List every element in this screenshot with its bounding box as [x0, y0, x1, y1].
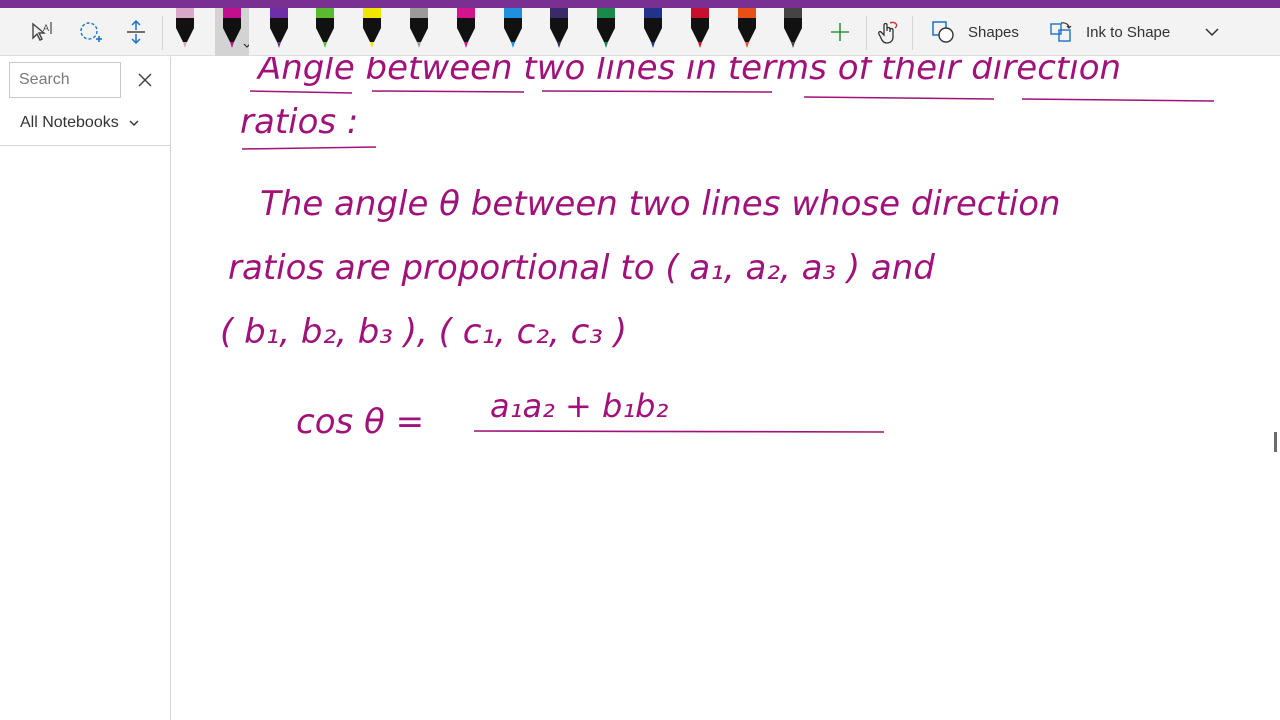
heading-underline: [249, 90, 1215, 102]
handwritten-notes: Angle between two lines in terms of thei…: [220, 57, 1215, 442]
pen-dark-purple[interactable]: [542, 8, 576, 56]
add-pen-icon: [831, 23, 849, 41]
shapes-icon: [932, 21, 954, 43]
search-box: [9, 62, 121, 98]
lasso-select-icon: [80, 22, 102, 42]
notebooks-label: All Notebooks: [20, 114, 119, 131]
ink-line-3: ( b₁, b₂, b₃ ), ( c₁, c₂, c₃ ): [220, 312, 627, 352]
heading-underline: [241, 146, 377, 150]
chevron-down-icon: [129, 120, 139, 126]
ink-line-heading: Angle between two lines in terms of thei…: [256, 57, 1121, 88]
pen-icon: [550, 8, 568, 48]
ink-line-2: ratios are proportional to ( a₁, a₂, a₃ …: [228, 248, 935, 288]
pen-blue[interactable]: [496, 8, 530, 56]
insert-space-icon: [127, 19, 145, 45]
pen-icon: [784, 8, 802, 48]
ink-replay-icon: [878, 21, 898, 44]
pencil-gray[interactable]: [402, 8, 436, 56]
notebooks-dropdown[interactable]: All Notebooks: [20, 112, 139, 134]
ink-replay-button[interactable]: [872, 8, 904, 56]
pen-green[interactable]: [308, 8, 342, 56]
highlighter-yellow-black[interactable]: [168, 8, 202, 56]
pen-icon: [270, 8, 288, 48]
insert-space-button[interactable]: [120, 8, 152, 56]
shapes-label: Shapes: [968, 23, 1019, 41]
pen-black[interactable]: [776, 8, 810, 56]
pen-icon: [457, 8, 475, 48]
search-input[interactable]: [10, 63, 120, 97]
pen-dark-green[interactable]: [589, 8, 623, 56]
ribbon-separator: [866, 16, 867, 50]
pen-icon: [597, 8, 615, 48]
pen-icon: [410, 8, 428, 48]
note-canvas[interactable]: Angle between two lines in terms of thei…: [172, 57, 1280, 720]
ink-to-shape-button[interactable]: Ink to Shape: [1048, 8, 1170, 56]
navigation-pane: All Notebooks: [0, 57, 171, 720]
sidebar-divider: [0, 145, 170, 146]
pen-icon: [504, 8, 522, 48]
ribbon-separator: [162, 16, 163, 50]
ink-line-heading-cont: ratios :: [240, 102, 358, 142]
svg-text:A: A: [43, 23, 49, 33]
ink-to-shape-label: Ink to Shape: [1086, 23, 1171, 41]
ribbon-overflow-button[interactable]: [1198, 8, 1226, 56]
pen-navy[interactable]: [636, 8, 670, 56]
pen-pink[interactable]: [449, 8, 483, 56]
lasso-select-button[interactable]: [74, 8, 106, 56]
ribbon-separator: [912, 16, 913, 50]
pen-icon: [644, 8, 662, 48]
close-icon: [138, 73, 152, 87]
ink-to-text-icon: A: [32, 22, 52, 41]
pen-icon: [223, 8, 249, 48]
app-accent-strip: [0, 0, 1280, 8]
pen-icon: [363, 8, 381, 48]
ink-line-1: The angle θ between two lines whose dire…: [260, 184, 1061, 224]
pen-icon: [738, 8, 756, 48]
pen-icon: [316, 8, 334, 48]
highlighter-yellow[interactable]: [355, 8, 389, 56]
ink-to-shape-icon: [1050, 22, 1072, 42]
shapes-button[interactable]: Shapes: [930, 8, 1019, 56]
add-pen-button[interactable]: [824, 8, 856, 56]
pen-red[interactable]: [683, 8, 717, 56]
ink-to-text-button[interactable]: A: [26, 8, 58, 56]
pen-icon: [691, 8, 709, 48]
chevron-down-icon: [1205, 28, 1219, 37]
ink-numerator: a₁a₂ + b₁b₂: [490, 387, 668, 425]
pen-magenta[interactable]: [215, 8, 249, 56]
pen-icon: [176, 8, 194, 48]
pen-purple[interactable]: [262, 8, 296, 56]
draw-ribbon: A Shapes Ink to Shape: [0, 8, 1280, 56]
vertical-scrollbar-thumb[interactable]: [1274, 432, 1277, 452]
pen-orange[interactable]: [730, 8, 764, 56]
ink-cos-theta: cos θ =: [296, 402, 424, 442]
close-search-button[interactable]: [134, 69, 156, 91]
fraction-bar: [473, 430, 885, 433]
